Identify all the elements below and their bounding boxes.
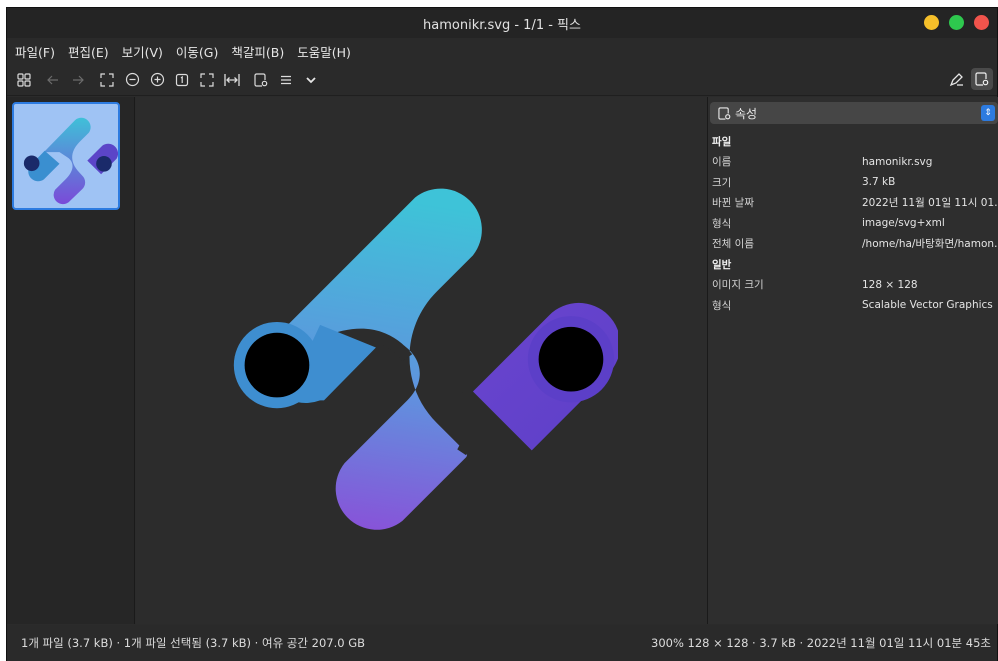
prop-key: 이름 xyxy=(712,156,732,169)
fit-width-icon[interactable] xyxy=(223,71,241,89)
prop-value: Scalable Vector Graphics xyxy=(862,299,993,312)
status-bar: 1개 파일 (3.7 kB) · 1개 파일 선택됨 (3.7 kB) · 여유… xyxy=(7,625,997,661)
window-title: hamonikr.svg - 1/1 - 픽스 xyxy=(423,17,581,33)
forward-arrow-icon[interactable] xyxy=(69,71,87,89)
toolbar xyxy=(7,64,997,96)
properties-selector-label: 속성 xyxy=(735,106,758,121)
zoom-in-icon[interactable] xyxy=(148,71,166,89)
prop-key: 이미지 크기 xyxy=(712,279,764,292)
properties-icon[interactable] xyxy=(252,71,270,89)
prop-key: 크기 xyxy=(712,176,732,189)
prop-row: 바뀐 날짜 2022년 11월 01일 11시 01… xyxy=(712,193,998,214)
updown-chevron-icon[interactable]: ⇕ xyxy=(981,105,995,121)
menu-icon[interactable] xyxy=(277,71,295,89)
prop-value: 2022년 11월 01일 11시 01… xyxy=(862,197,998,210)
menu-bookmarks[interactable]: 책갈피(B) xyxy=(231,42,284,61)
zoom-out-icon[interactable] xyxy=(123,71,141,89)
prop-value: image/svg+xml xyxy=(862,217,945,230)
prop-value: 128 × 128 xyxy=(862,278,918,291)
fit-icon[interactable] xyxy=(98,71,116,89)
section-title-general: 일반 xyxy=(712,258,732,271)
zoom-original-icon[interactable] xyxy=(173,71,191,89)
back-arrow-icon[interactable] xyxy=(44,71,62,89)
menu-view[interactable]: 보기(V) xyxy=(122,42,163,61)
properties-icon xyxy=(718,106,731,120)
prop-row: 형식 Scalable Vector Graphics xyxy=(712,295,998,316)
window-controls xyxy=(924,15,989,30)
menu-edit[interactable]: 편집(E) xyxy=(68,42,109,61)
edit-icon[interactable] xyxy=(947,70,965,88)
prop-row: 크기 3.7 kB xyxy=(712,172,998,193)
prop-row: 이름 hamonikr.svg xyxy=(712,152,998,173)
prop-key: 전체 이름 xyxy=(712,238,754,251)
hamonikr-logo-image xyxy=(233,188,618,530)
prop-value: hamonikr.svg xyxy=(862,155,933,168)
prop-row: 형식 image/svg+xml xyxy=(712,213,998,234)
prop-key: 형식 xyxy=(712,217,732,230)
thumbnail-hamonikr[interactable] xyxy=(12,102,120,210)
close-button[interactable] xyxy=(974,15,989,30)
prop-key: 바뀐 날짜 xyxy=(712,197,754,210)
menu-file[interactable]: 파일(F) xyxy=(15,42,55,61)
image-viewer-window: hamonikr.svg - 1/1 - 픽스 파일(F) 편집(E) 보기(V… xyxy=(6,7,998,661)
prop-row: 이미지 크기 128 × 128 xyxy=(712,275,998,296)
status-right: 300% 128 × 128 · 3.7 kB · 2022년 11월 01일 … xyxy=(651,636,991,650)
properties-panel: 속성 ⇕ 파일 이름 hamonikr.svg 크기 3.7 kB 바뀐 날짜 … xyxy=(707,97,998,624)
menu-help[interactable]: 도움말(H) xyxy=(297,42,351,61)
properties-panel-icon[interactable] xyxy=(971,68,993,90)
chevron-down-icon[interactable] xyxy=(302,71,320,89)
prop-key: 형식 xyxy=(712,299,732,312)
minimize-button[interactable] xyxy=(924,15,939,30)
prop-row: 전체 이름 /home/ha/바탕화면/hamon… xyxy=(712,234,998,255)
toolbar-right xyxy=(947,68,993,90)
title-bar[interactable]: hamonikr.svg - 1/1 - 픽스 xyxy=(7,8,997,38)
status-left: 1개 파일 (3.7 kB) · 1개 파일 선택됨 (3.7 kB) · 여유… xyxy=(21,636,366,650)
maximize-button[interactable] xyxy=(949,15,964,30)
menu-bar: 파일(F) 편집(E) 보기(V) 이동(G) 책갈피(B) 도움말(H) xyxy=(7,38,997,64)
fullscreen-icon[interactable] xyxy=(198,71,216,89)
prop-value: 3.7 kB xyxy=(862,176,896,189)
menu-go[interactable]: 이동(G) xyxy=(176,42,218,61)
thumbnail-panel xyxy=(7,97,135,624)
properties-table: 파일 이름 hamonikr.svg 크기 3.7 kB 바뀐 날짜 2022년… xyxy=(712,131,998,316)
hamonikr-logo-thumbnail xyxy=(23,117,118,205)
prop-value: /home/ha/바탕화면/hamon… xyxy=(862,238,998,251)
section-title-file: 파일 xyxy=(712,135,732,148)
grid-icon[interactable] xyxy=(15,71,33,89)
image-viewer[interactable] xyxy=(136,97,707,624)
properties-selector[interactable]: 속성 ⇕ xyxy=(710,102,998,124)
